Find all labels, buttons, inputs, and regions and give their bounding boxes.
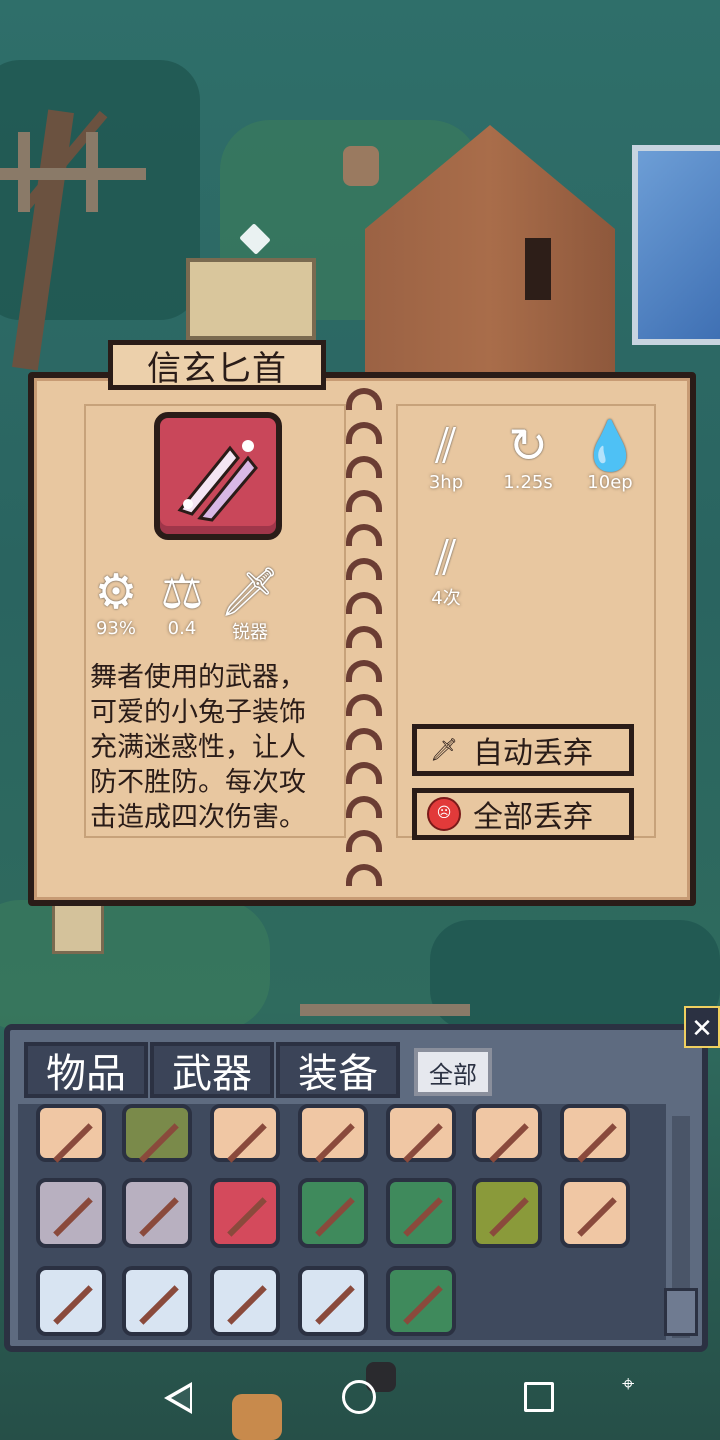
staff-icon — [577, 1123, 617, 1163]
inventory-slot[interactable] — [386, 1178, 456, 1248]
energy-drop-icon: 💧 — [580, 418, 640, 474]
small-crate — [52, 898, 104, 954]
ammo-box-icon — [139, 1123, 179, 1163]
tab-weapons[interactable]: 武器 — [150, 1042, 274, 1098]
stat-cooldown: ↻ 1.25s — [488, 420, 568, 493]
inventory-slot[interactable] — [386, 1104, 456, 1163]
spine-ring — [346, 864, 382, 886]
inventory-slot[interactable] — [122, 1178, 192, 1248]
description-line: 可爱的小兔子装饰 — [90, 697, 306, 728]
bat-icon — [227, 1123, 267, 1163]
stat-type-value: 锐器 — [232, 622, 268, 643]
inventory-slot[interactable] — [560, 1104, 630, 1163]
inventory-slot[interactable] — [122, 1104, 192, 1163]
spine-ring — [346, 490, 382, 512]
lightning-blaster-icon — [315, 1285, 355, 1325]
bunny-dagger-icon — [227, 1197, 267, 1237]
dagger-icon: 🗡 — [430, 737, 458, 763]
inventory-slot[interactable] — [122, 1266, 192, 1336]
spine-ring — [346, 592, 382, 614]
glass-wall — [632, 145, 720, 345]
cat-npc — [343, 146, 379, 186]
item-title-banner: 信玄匕首 — [108, 340, 326, 390]
description-line: 防不胜防。每次攻 — [90, 767, 306, 798]
tent-window — [525, 238, 551, 300]
description-line: 击造成四次伤害。 — [90, 802, 306, 833]
fence-rail — [300, 1004, 470, 1016]
stat-cooldown-value: 1.25s — [503, 472, 553, 493]
multi-slash-icon: ⫽ — [435, 530, 457, 586]
spine-ring — [346, 626, 382, 648]
spear-icon — [489, 1123, 529, 1163]
inventory-slot[interactable] — [298, 1178, 368, 1248]
tab-equipment[interactable]: 装备 — [276, 1042, 400, 1098]
inventory-slot[interactable] — [386, 1266, 456, 1336]
slash-damage-icon: ⫽ — [435, 418, 457, 474]
inventory-slot[interactable] — [472, 1104, 542, 1163]
rifle-icon — [403, 1197, 443, 1237]
tab-items[interactable]: 物品 — [24, 1042, 148, 1098]
item-icon-frame — [154, 412, 282, 540]
bunny-dagger-icon — [177, 440, 258, 522]
axe-icon — [53, 1123, 93, 1163]
inventory-slot[interactable] — [298, 1104, 368, 1163]
close-inventory-button[interactable]: ✕ — [684, 1006, 720, 1048]
supply-crate — [186, 258, 316, 340]
stat-type: 🗡 锐器 — [210, 566, 290, 644]
inventory-slot[interactable] — [210, 1178, 280, 1248]
inventory-slot[interactable] — [472, 1178, 542, 1248]
golden-blaster-icon — [227, 1285, 267, 1325]
auto-drop-label: 自动丢弃 — [473, 736, 593, 771]
auto-drop-button[interactable]: 🗡 自动丢弃 — [412, 724, 634, 776]
description-line: 舞者使用的武器， — [90, 662, 306, 693]
spine-ring — [346, 422, 382, 444]
sharp-blade-icon: 🗡 — [219, 564, 281, 620]
stat-damage-value: 3hp — [428, 472, 464, 493]
location-icon: ⌖ — [622, 1372, 635, 1397]
rifle-icon — [315, 1197, 355, 1237]
spear-icon — [403, 1123, 443, 1163]
stat-energy: 💧 10ep — [570, 420, 650, 493]
flame-sword-icon — [139, 1197, 179, 1237]
flame-sword-icon — [53, 1197, 93, 1237]
stat-hits: ⫽ 4次 — [406, 532, 486, 610]
hand-axe-icon — [577, 1197, 617, 1237]
inventory-slot[interactable] — [298, 1266, 368, 1336]
revolver-icon — [489, 1197, 529, 1237]
item-name: 信玄匕首 — [147, 348, 287, 389]
filter-all-button[interactable]: 全部 — [414, 1048, 492, 1096]
inventory-slot[interactable] — [36, 1104, 106, 1163]
foliage — [0, 900, 270, 1030]
drop-all-button[interactable]: ☹ 全部丢弃 — [412, 788, 634, 840]
cooldown-timer-icon: ↻ — [507, 418, 549, 474]
inventory-slot[interactable] — [36, 1178, 106, 1248]
angry-face-icon: ☹ — [427, 797, 461, 831]
drop-all-label: 全部丢弃 — [473, 800, 593, 835]
assault-rifle-icon — [403, 1285, 443, 1325]
stat-damage: ⫽ 3hp — [406, 420, 486, 493]
item-description: 舞者使用的武器， 可爱的小兔子装饰 充满迷惑性，让人 防不胜防。每次攻 击造成四… — [90, 660, 352, 835]
spine-ring — [346, 524, 382, 546]
fence-post — [18, 132, 30, 212]
spine-ring — [346, 388, 382, 410]
home-icon[interactable] — [342, 1380, 376, 1414]
back-icon-inner — [171, 1387, 190, 1409]
inventory-slot[interactable] — [560, 1178, 630, 1248]
bazooka-icon — [139, 1285, 179, 1325]
scrollbar-thumb[interactable] — [664, 1288, 698, 1336]
foliage — [430, 920, 720, 1030]
bat-icon — [315, 1123, 355, 1163]
recents-icon[interactable] — [524, 1382, 554, 1412]
stat-hits-value: 4次 — [431, 588, 461, 609]
fence-post — [86, 132, 98, 212]
stat-energy-value: 10ep — [587, 472, 633, 493]
spine-ring — [346, 558, 382, 580]
spine-ring — [346, 456, 382, 478]
inventory-slot[interactable] — [36, 1266, 106, 1336]
description-line: 充满迷惑性，让人 — [90, 732, 306, 763]
chainsaw-sword-icon — [53, 1285, 93, 1325]
inventory-slot[interactable] — [210, 1266, 280, 1336]
inventory-slot[interactable] — [210, 1104, 280, 1163]
